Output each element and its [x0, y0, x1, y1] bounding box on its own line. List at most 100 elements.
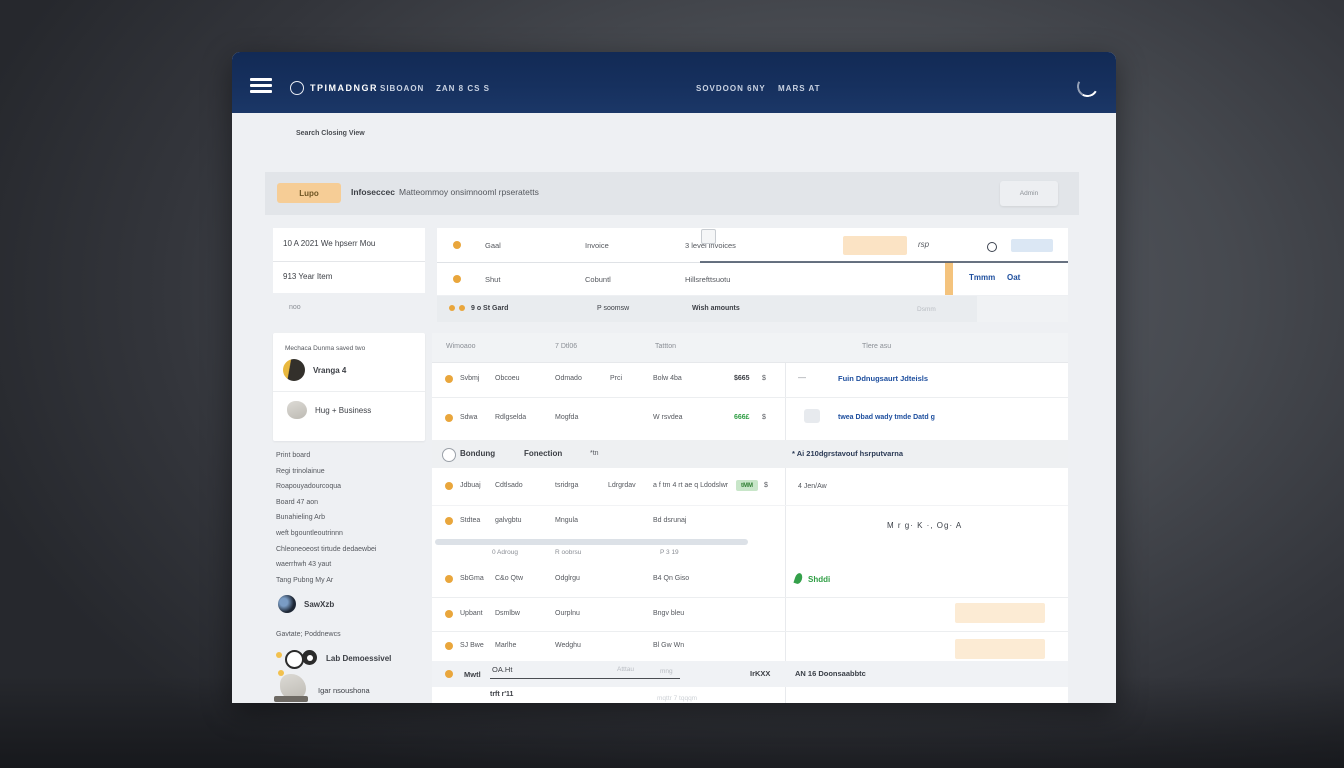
table-footer-faint: mqttr 7 tqqqm — [657, 695, 697, 702]
nav-item-1[interactable]: SIBOAON — [380, 84, 424, 93]
section-title: Bondung — [460, 449, 495, 458]
profile-secondary-label[interactable]: Hug + Business — [315, 406, 371, 415]
sidebar-link[interactable]: Chleoneoeost tirtude dedaewbei — [276, 545, 426, 555]
profile-card-header: Mechaca Dunma saved two — [285, 345, 365, 352]
quick-row-2[interactable]: Shut Cobuntl Hillsrefttsuotu — [437, 263, 945, 295]
table-row[interactable]: SbGma C&o Qtw Odglrgu B4 Qn Giso Shddi — [432, 561, 1068, 598]
orange-dot-icon — [445, 375, 453, 383]
hamburger-menu-icon[interactable] — [250, 78, 272, 96]
sidebar-quick-item-2[interactable]: 913 Year Item — [273, 262, 425, 293]
banner-action-button[interactable]: Admin — [1000, 181, 1058, 206]
banner-lead: Infoseccec — [351, 187, 395, 197]
sidebar-link[interactable]: Tang Pubng My Ar — [276, 576, 426, 586]
table-header-row: Wimoaoo 7 Dtl06 Tattton Tlere asu — [432, 333, 1068, 363]
yellow-dot-icon — [276, 652, 282, 658]
column-header[interactable]: Tattton — [655, 343, 676, 350]
cell: W rsvdea — [653, 414, 683, 421]
section-header-row[interactable]: Bondung Fonection *tn * Ai 210dgrstavouf… — [432, 440, 1068, 468]
sidebar-link[interactable]: Regi trinolainue — [276, 467, 426, 477]
orange-dot-icon — [449, 305, 455, 311]
orange-dot-icon — [445, 670, 453, 678]
orange-dot-icon — [445, 482, 453, 490]
sidebar-link[interactable]: weft bgountleoutrinnn — [276, 529, 426, 539]
gear-icon[interactable] — [987, 242, 997, 252]
bold-value: IrKXX — [750, 669, 770, 678]
mini-panel-button[interactable] — [1011, 239, 1053, 252]
row-action-link[interactable]: Fuin Ddnugsaurt Jdteisls — [838, 374, 928, 383]
nav-item-right-1[interactable]: SOVDOON 6NY — [696, 84, 766, 93]
footer-item-label: Lab Demoessivel — [326, 654, 391, 663]
sidebar-footer-item-2[interactable]: Igar nsoushona — [272, 670, 432, 703]
mini-panel-link-2[interactable]: Oat — [1007, 273, 1020, 282]
right-cell: 4 Jen/Aw — [798, 483, 827, 490]
cell: SJ Bwe — [460, 642, 484, 649]
quick-item-label: 913 Year Item — [283, 272, 332, 281]
profile-primary-label[interactable]: Vranga 4 — [313, 366, 346, 375]
cell: Ourplnu — [555, 610, 580, 617]
table-footer-bold: trft r'11 — [490, 691, 513, 698]
right-cell: AN 16 Doonsaabbtc — [795, 669, 866, 678]
table-row-form[interactable]: Mwtl OA.Ht Atttau mng IrKXX AN 16 Doonsa… — [432, 661, 1068, 687]
highlighted-input[interactable] — [955, 639, 1045, 659]
orange-dot-icon — [453, 275, 461, 283]
sidebar-quick-item-1[interactable]: 10 A 2021 We hpserr Mou — [273, 228, 425, 262]
sub-label: P 3 19 — [660, 549, 679, 556]
search-label[interactable]: Search Closing View — [296, 130, 365, 137]
cell: Rdlgselda — [495, 414, 526, 421]
highlighted-input[interactable] — [955, 603, 1045, 623]
column-header[interactable]: Tlere asu — [862, 343, 891, 350]
cell: Cdtlsado — [495, 482, 523, 489]
business-icon — [287, 401, 307, 419]
cell: Mngula — [555, 517, 578, 524]
sub-label: 0 Adroug — [492, 549, 518, 556]
progress-bar[interactable] — [435, 539, 748, 545]
table-row[interactable]: Stdtea galvgbtu Mngula Bd dsrunaj M r g·… — [432, 505, 1068, 539]
column-header[interactable]: 7 Dtl06 — [555, 343, 577, 350]
sidebar-link[interactable]: Bunahieling Arb — [276, 513, 426, 523]
avatar — [283, 359, 305, 381]
orange-dot-icon — [445, 414, 453, 422]
sidebar-link[interactable]: Roapouyadourcoqua — [276, 482, 426, 492]
user-name[interactable]: SawXzb — [304, 600, 334, 609]
cell: galvgbtu — [495, 517, 521, 524]
quick-row-1[interactable]: Gaal Invoice 3 level invoices rsp — [437, 228, 945, 263]
faint-label: mng — [660, 668, 673, 675]
quick-band-row[interactable]: 9 o St Gard P soomsw Wish amounts Dsmm — [437, 296, 1068, 322]
app-window: TPIMADNGR SIBOAON ZAN 8 CS S SOVDOON 6NY… — [232, 52, 1116, 703]
cell: Marlhe — [495, 642, 516, 649]
sidebar-link[interactable]: Print board — [276, 451, 426, 461]
orange-dot-icon — [445, 575, 453, 583]
table-row[interactable]: Svbmj Obcoeu Odmado Prci Bolw 4ba $665 $… — [432, 362, 1068, 398]
dash-cell: — — [798, 373, 806, 382]
orange-dot-icon — [453, 241, 461, 249]
nav-item-right-2[interactable]: MARS AT — [778, 84, 821, 93]
sidebar-link[interactable]: waerrhwh 43 yaut — [276, 560, 426, 570]
form-link[interactable]: OA.Ht — [492, 665, 512, 674]
band-cell: Wish amounts — [692, 305, 740, 312]
cell: Mwtl — [464, 670, 481, 679]
mini-panel-link-1[interactable]: Tmmm — [969, 273, 995, 282]
cell: Odmado — [555, 375, 582, 382]
column-header[interactable]: Wimoaoo — [446, 343, 476, 350]
table-row[interactable]: Sdwa Rdlgselda Mogfda W rsvdea 666£ $ tw… — [432, 397, 1068, 441]
currency-cell: $ — [762, 414, 766, 421]
cell: SbGma — [460, 575, 484, 582]
app-logo-icon — [290, 81, 304, 95]
row-action-link[interactable]: twea Dbad wady tmde Datd g — [838, 414, 935, 421]
cell: Prci — [610, 375, 622, 382]
cell: Dsmlbw — [495, 610, 520, 617]
nav-item-2[interactable]: ZAN 8 CS S — [436, 84, 490, 93]
status-badge: Lupo — [277, 183, 341, 203]
amount-cell: 666£ — [734, 414, 750, 421]
cell: B4 Qn Giso — [653, 575, 689, 582]
sidebar-footer-item-1[interactable]: Lab Demoessivel — [276, 650, 426, 670]
highlighted-input[interactable] — [843, 236, 907, 255]
brand-title: TPIMADNGR — [310, 83, 378, 93]
panel-toggle-icon[interactable] — [701, 229, 716, 244]
sidebar-link[interactable]: Board 47 aon — [276, 498, 426, 508]
cell: Shut — [485, 275, 500, 284]
leaf-icon — [793, 572, 803, 585]
table-row[interactable]: Jdbuaj Cdtlsado tsridrga Ldrgrdav a f tm… — [432, 468, 1068, 506]
cell: Invoice — [585, 241, 609, 250]
cell: Odglrgu — [555, 575, 580, 582]
